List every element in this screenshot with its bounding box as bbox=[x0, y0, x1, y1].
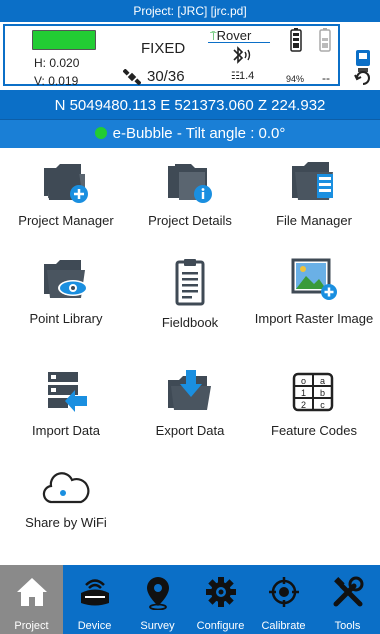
menu-label: Fieldbook bbox=[161, 315, 219, 330]
nav-label: Device bbox=[77, 620, 112, 632]
e-bubble-bar[interactable]: e-Bubble - Tilt angle : 0.0° bbox=[0, 119, 380, 148]
second-battery-value: -- bbox=[322, 71, 330, 85]
menu-fieldbook[interactable]: Fieldbook bbox=[127, 258, 253, 331]
menu-share-by-wifi[interactable]: Share by WiFi bbox=[3, 470, 129, 531]
image-plus-icon bbox=[291, 258, 337, 300]
battery-icon bbox=[290, 28, 302, 57]
nav-device[interactable]: Device bbox=[63, 565, 126, 634]
second-battery-icon bbox=[319, 28, 331, 57]
menu-file-manager[interactable]: File Manager bbox=[251, 160, 377, 229]
folder-plus-icon bbox=[44, 164, 88, 203]
menu-label: File Manager bbox=[276, 213, 352, 228]
coordinates-text: N 5049480.113 E 521373.060 Z 224.932 bbox=[54, 97, 326, 114]
rover-text: Rover bbox=[216, 28, 252, 43]
location-pin-icon bbox=[146, 577, 169, 610]
nav-project[interactable]: Project bbox=[0, 565, 63, 634]
bluetooth-icon bbox=[230, 46, 252, 69]
nav-label: Survey bbox=[140, 620, 175, 632]
svg-text:b: b bbox=[320, 388, 325, 398]
export-icon bbox=[168, 370, 211, 410]
satellite-count-value: 30/36 bbox=[147, 68, 185, 85]
import-icon bbox=[48, 372, 87, 412]
folder-list-icon bbox=[292, 162, 333, 200]
rover-underline bbox=[208, 42, 270, 43]
receiver-icon bbox=[80, 579, 109, 606]
satellite-count: 30/36 bbox=[123, 68, 185, 85]
pdop-value: ☷1.4 bbox=[231, 70, 254, 82]
cloud-icon bbox=[42, 472, 90, 504]
sync-device-icon[interactable] bbox=[352, 48, 374, 93]
h-precision: H: 0.020 bbox=[34, 56, 80, 70]
nav-calibrate[interactable]: Calibrate bbox=[252, 565, 315, 634]
menu-import-data[interactable]: Import Data bbox=[3, 370, 129, 439]
menu-project-manager[interactable]: Project Manager bbox=[3, 160, 129, 229]
tools-icon bbox=[333, 576, 363, 607]
fix-status: FIXED bbox=[141, 40, 186, 57]
battery-percent: 94% bbox=[286, 74, 305, 84]
folder-eye-icon bbox=[44, 260, 88, 298]
nav-label: Project bbox=[14, 620, 49, 632]
menu-label: Feature Codes bbox=[271, 423, 357, 438]
v-precision: V: 0.019 bbox=[34, 74, 79, 88]
home-icon bbox=[16, 578, 47, 606]
menu-label: Project Manager bbox=[18, 213, 114, 228]
nav-label: Calibrate bbox=[261, 620, 306, 632]
project-title: Project: [JRC] [jrc.pd] bbox=[133, 4, 247, 18]
svg-text:c: c bbox=[320, 400, 325, 410]
nav-label: Tools bbox=[334, 620, 361, 632]
satellite-icon bbox=[123, 68, 141, 85]
nav-survey[interactable]: Survey bbox=[126, 565, 189, 634]
svg-text:o: o bbox=[301, 376, 306, 386]
bottom-navigation: Project Device Survey Configure Calibrat… bbox=[0, 565, 380, 634]
menu-point-library[interactable]: Point Library bbox=[3, 258, 129, 327]
svg-text:a: a bbox=[320, 376, 325, 386]
menu-label: Export Data bbox=[155, 423, 225, 438]
project-title-bar: Project: [JRC] [jrc.pd] bbox=[0, 0, 380, 22]
fix-quality-indicator bbox=[32, 30, 96, 50]
nav-label: Configure bbox=[196, 620, 245, 632]
menu-import-raster-image[interactable]: Import Raster Image bbox=[251, 258, 377, 327]
folder-info-icon bbox=[168, 164, 212, 203]
coordinates-bar: N 5049480.113 E 521373.060 Z 224.932 bbox=[0, 92, 380, 119]
menu-label: Share by WiFi bbox=[25, 515, 107, 530]
menu-project-details[interactable]: Project Details bbox=[127, 160, 253, 229]
menu-export-data[interactable]: Export Data bbox=[127, 370, 253, 439]
nav-tools[interactable]: Tools bbox=[315, 565, 380, 634]
bubble-text: e-Bubble - Tilt angle : 0.0° bbox=[112, 125, 286, 142]
menu-label: Point Library bbox=[29, 311, 103, 326]
feature-codes-icon: o a 1 b 2 c bbox=[292, 372, 334, 412]
crosshair-icon bbox=[268, 577, 299, 607]
pdop-number: 1.4 bbox=[238, 70, 255, 82]
nav-configure[interactable]: Configure bbox=[189, 565, 252, 634]
menu-label: Project Details bbox=[148, 213, 232, 228]
gear-icon bbox=[205, 577, 236, 607]
status-panel[interactable]: H: 0.020 V: 0.019 FIXED 30/36 ⍑Rover ☷1.… bbox=[0, 22, 380, 92]
menu-feature-codes[interactable]: o a 1 b 2 c Feature Codes bbox=[251, 370, 377, 439]
svg-text:2: 2 bbox=[301, 400, 306, 410]
clipboard-icon bbox=[175, 259, 205, 306]
bubble-status-dot bbox=[94, 127, 107, 139]
menu-label: Import Data bbox=[32, 423, 100, 438]
pdop-icon: ☷ bbox=[231, 71, 240, 82]
menu-label: Import Raster Image bbox=[254, 311, 374, 326]
svg-text:1: 1 bbox=[301, 388, 306, 398]
